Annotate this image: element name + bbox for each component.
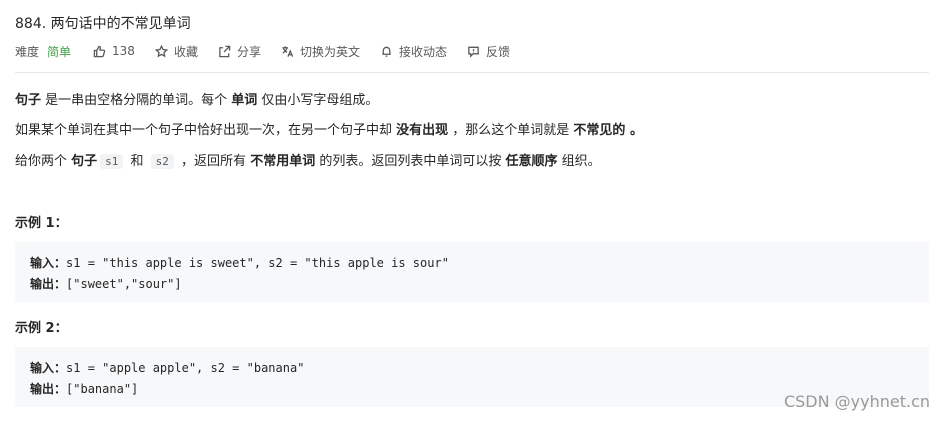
example-1-output: 输出：["sweet","sour"]	[30, 277, 182, 291]
switch-language-label: 切换为英文	[299, 44, 360, 59]
problem-meta-bar: 难度 简单 138 收藏 分享 切换为英文 接收动态 反馈	[15, 42, 530, 60]
like-button[interactable]: 138	[93, 44, 135, 58]
thumbs-up-icon	[93, 45, 106, 57]
inline-code-s1: s1	[100, 154, 124, 169]
follow-updates-button[interactable]: 接收动态	[380, 43, 447, 60]
switch-language-button[interactable]: 切换为英文	[281, 43, 360, 60]
bell-icon	[382, 46, 391, 57]
translate-icon	[282, 45, 294, 57]
like-count: 138	[112, 44, 135, 58]
example-2-title: 示例 2：	[15, 321, 68, 336]
share-button[interactable]: 分享	[218, 43, 261, 60]
feedback-icon	[468, 46, 479, 58]
favorite-label: 收藏	[173, 44, 198, 59]
example-2-input: 输入：s1 = "apple apple", s2 = "banana"	[30, 361, 305, 375]
description-paragraph-1: 句子 是一串由空格分隔的单词。每个 单词 仅由小写字母组成。	[15, 93, 379, 108]
divider	[15, 72, 929, 73]
feedback-label: 反馈	[486, 44, 511, 59]
page-title: 884. 两句话中的不常见单词	[15, 16, 191, 32]
difficulty-badge: 简单	[47, 44, 72, 59]
example-1-box: 输入：s1 = "this apple is sweet", s2 = "thi…	[15, 242, 929, 302]
example-1-title: 示例 1：	[15, 216, 68, 231]
difficulty-label: 难度	[15, 44, 40, 59]
watermark: CSDN @yyhnet.cn	[783, 392, 930, 411]
inline-code-s2: s2	[150, 154, 174, 169]
description-paragraph-3: 给你两个 句子 s1 和 s2 ，返回所有 不常用单词 的列表。返回列表中单词可以…	[15, 154, 601, 169]
description-paragraph-2: 如果某个单词在其中一个句子中恰好出现一次，在另一个句子中却 没有出现 ，那么这个…	[15, 123, 643, 138]
share-label: 分享	[236, 44, 261, 59]
star-icon	[154, 44, 168, 57]
follow-updates-label: 接收动态	[398, 44, 447, 59]
feedback-button[interactable]: 反馈	[467, 43, 510, 60]
share-icon	[219, 45, 231, 57]
example-2-output: 输出：["banana"]	[30, 382, 139, 396]
favorite-button[interactable]: 收藏	[154, 43, 198, 60]
example-1-input: 输入：s1 = "this apple is sweet", s2 = "thi…	[30, 256, 449, 270]
